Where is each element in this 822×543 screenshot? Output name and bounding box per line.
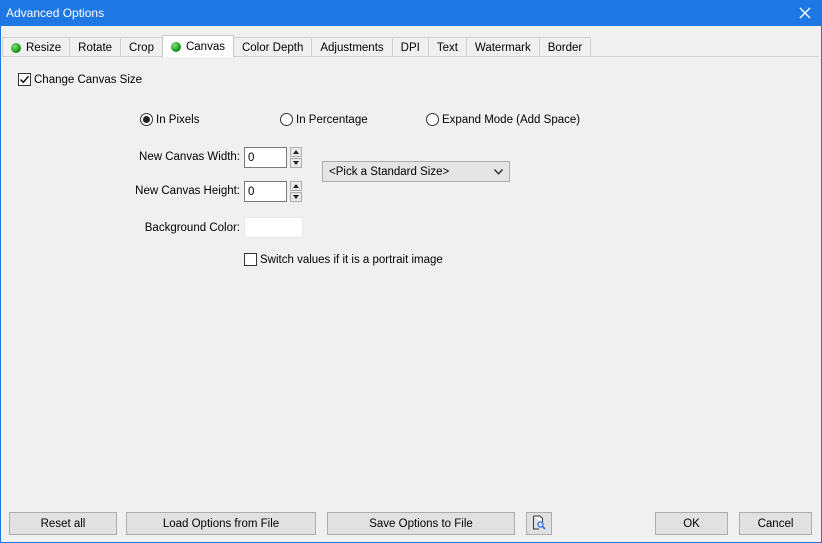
radio-button[interactable] (140, 113, 153, 126)
switch-portrait-option[interactable]: Switch values if it is a portrait image (244, 253, 443, 266)
radio-in-percentage[interactable]: In Percentage (280, 113, 368, 126)
radio-label: Expand Mode (Add Space) (442, 113, 581, 126)
tab-label: Resize (26, 41, 62, 54)
tab-label: Text (436, 41, 458, 54)
radio-button[interactable] (426, 113, 439, 126)
canvas-width-stepper[interactable] (290, 147, 302, 168)
canvas-height-label: New Canvas Height: (135, 185, 240, 197)
tab-resize[interactable]: Resize (2, 37, 71, 57)
canvas-height-input[interactable] (244, 181, 287, 202)
tab-watermark[interactable]: Watermark (465, 37, 540, 57)
tab-label: DPI (400, 41, 420, 54)
tab-rotate[interactable]: Rotate (69, 37, 122, 57)
tab-canvas[interactable]: Canvas (161, 35, 234, 57)
document-search-icon (532, 515, 546, 533)
save-options-button[interactable]: Save Options to File (327, 512, 515, 535)
canvas-width-label: New Canvas Width: (139, 151, 240, 163)
change-canvas-size-option[interactable]: Change Canvas Size (18, 73, 142, 86)
tab-adjustments[interactable]: Adjustments (311, 37, 393, 57)
canvas-width-input[interactable] (244, 147, 287, 168)
change-canvas-size-label: Change Canvas Size (34, 73, 143, 86)
tab-strip: Resize Rotate Crop Canvas Color Depth Ad… (2, 35, 592, 57)
change-canvas-size-checkbox[interactable] (18, 73, 31, 86)
tab-label: Watermark (474, 41, 531, 54)
canvas-panel: Change Canvas Size In Pixels In Percenta… (2, 56, 819, 504)
ok-button[interactable]: OK (655, 512, 728, 535)
radio-in-pixels[interactable]: In Pixels (140, 113, 199, 126)
tab-label: Adjustments (320, 41, 384, 54)
window-title: Advanced Options (6, 6, 105, 20)
status-dot-icon (11, 42, 21, 53)
select-value: <Pick a Standard Size> (329, 165, 450, 178)
spin-down-icon[interactable] (290, 192, 302, 202)
tab-color-depth[interactable]: Color Depth (232, 37, 313, 57)
chevron-down-icon (494, 166, 503, 178)
tab-text[interactable]: Text (427, 37, 467, 57)
tab-crop[interactable]: Crop (120, 37, 163, 57)
tab-border[interactable]: Border (538, 37, 592, 57)
close-icon[interactable] (794, 2, 816, 24)
standard-size-select[interactable]: <Pick a Standard Size> (322, 161, 510, 182)
radio-expand-mode[interactable]: Expand Mode (Add Space) (426, 113, 580, 126)
preview-options-button[interactable] (526, 512, 552, 535)
spin-up-icon[interactable] (290, 181, 302, 191)
tab-label: Border (547, 41, 583, 54)
spin-down-icon[interactable] (290, 158, 302, 168)
load-options-button[interactable]: Load Options from File (126, 512, 316, 535)
tab-label: Crop (129, 41, 154, 54)
switch-portrait-label: Switch values if it is a portrait image (260, 253, 443, 266)
tab-label: Color Depth (241, 41, 304, 54)
background-color-swatch[interactable] (244, 217, 303, 238)
tab-label: Canvas (185, 40, 225, 53)
radio-label: In Pixels (156, 113, 200, 126)
status-dot-icon (170, 41, 181, 52)
tab-label: Rotate (78, 41, 113, 54)
spin-up-icon[interactable] (290, 147, 302, 157)
background-color-label: Background Color: (144, 222, 240, 234)
tab-dpi[interactable]: DPI (391, 37, 429, 57)
reset-all-button[interactable]: Reset all (9, 512, 117, 535)
canvas-height-stepper[interactable] (290, 181, 302, 202)
switch-portrait-checkbox[interactable] (244, 253, 257, 266)
title-bar: Advanced Options (0, 0, 822, 26)
radio-button[interactable] (280, 113, 293, 126)
radio-label: In Percentage (296, 113, 368, 126)
cancel-button[interactable]: Cancel (739, 512, 812, 535)
